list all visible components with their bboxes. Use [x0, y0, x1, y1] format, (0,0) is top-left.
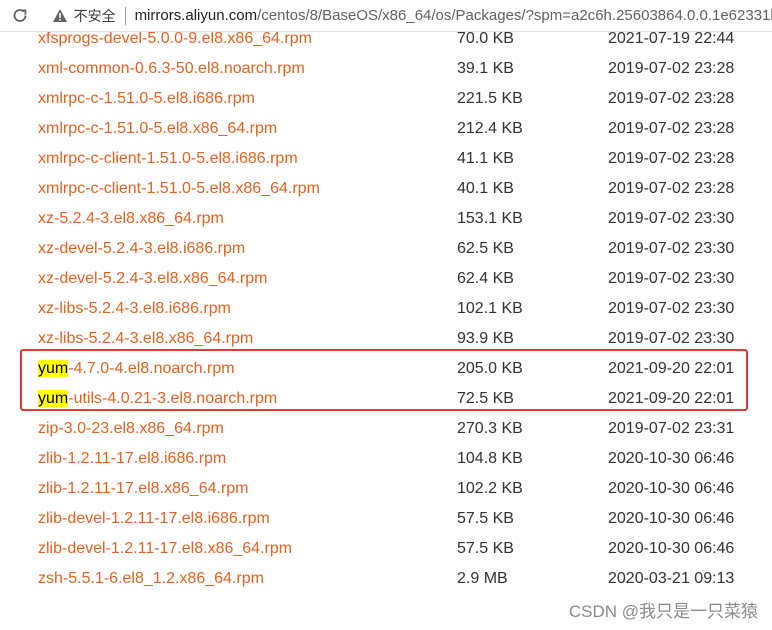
- file-row: xml-common-0.6.3-50.el8.noarch.rpm 39.1 K…: [0, 54, 772, 84]
- watermark: CSDN @我只是一只菜猿: [568, 602, 758, 621]
- file-date: 2021-09-20 22:01: [608, 390, 735, 407]
- file-size: 2.9 MB: [457, 570, 508, 587]
- file-size: 102.2 KB: [457, 480, 523, 497]
- file-link[interactable]: xz-libs-5.2.4-3.el8.x86_64.rpm: [38, 324, 253, 354]
- file-link[interactable]: xz-devel-5.2.4-3.el8.x86_64.rpm: [38, 264, 267, 294]
- file-date: 2019-07-02 23:30: [608, 270, 735, 287]
- reload-icon: [13, 8, 27, 22]
- file-date: 2020-10-30 06:46: [608, 510, 735, 527]
- url-path: /centos/8/BaseOS/x86_64/os/Packages/?spm…: [257, 7, 772, 24]
- file-link[interactable]: xmlrpc-c-client-1.51.0-5.el8.x86_64.rpm: [38, 174, 320, 204]
- file-size: 93.9 KB: [457, 330, 514, 347]
- file-row: xz-5.2.4-3.el8.x86_64.rpm 153.1 KB 2019-07…: [0, 204, 772, 234]
- address-separator: [124, 6, 126, 25]
- file-link[interactable]: xml-common-0.6.3-50.el8.noarch.rpm: [38, 54, 305, 84]
- file-date: 2019-07-02 23:30: [608, 240, 735, 257]
- file-row: zip-3.0-23.el8.x86_64.rpm 270.3 KB 2019-07…: [0, 414, 772, 444]
- file-link[interactable]: xmlrpc-c-1.51.0-5.el8.i686.rpm: [38, 84, 255, 114]
- file-row: xz-libs-5.2.4-3.el8.x86_64.rpm 93.9 KB 201…: [0, 324, 772, 354]
- file-link[interactable]: xmlrpc-c-client-1.51.0-5.el8.i686.rpm: [38, 144, 298, 174]
- file-date: 2020-03-21 09:13: [608, 570, 735, 587]
- file-row: xmlrpc-c-1.51.0-5.el8.i686.rpm 221.5 KB 20…: [0, 84, 772, 114]
- file-size: 104.8 KB: [457, 450, 523, 467]
- file-row: xmlrpc-c-1.51.0-5.el8.x86_64.rpm 212.4 KB…: [0, 114, 772, 144]
- file-size: 72.5 KB: [457, 390, 514, 407]
- file-row: zlib-1.2.11-17.el8.x86_64.rpm 102.2 KB 202…: [0, 474, 772, 504]
- url-field[interactable]: mirrors.aliyun.com/centos/8/BaseOS/x86_6…: [135, 7, 772, 24]
- file-date: 2020-10-30 06:46: [608, 480, 735, 497]
- file-link[interactable]: zsh-5.5.1-6.el8_1.2.x86_64.rpm: [38, 564, 264, 594]
- file-size: 270.3 KB: [457, 420, 523, 437]
- file-link[interactable]: xmlrpc-c-1.51.0-5.el8.x86_64.rpm: [38, 114, 277, 144]
- file-row: xz-devel-5.2.4-3.el8.i686.rpm 62.5 KB 2019…: [0, 234, 772, 264]
- file-date: 2020-10-30 06:46: [608, 540, 735, 557]
- file-row: xz-devel-5.2.4-3.el8.x86_64.rpm 62.4 KB 20…: [0, 264, 772, 294]
- file-size: 212.4 KB: [457, 120, 523, 137]
- file-link[interactable]: xz-libs-5.2.4-3.el8.i686.rpm: [38, 294, 231, 324]
- file-date: 2019-07-02 23:28: [608, 90, 735, 107]
- file-size: 221.5 KB: [457, 90, 523, 107]
- file-date: 2019-07-02 23:28: [608, 150, 735, 167]
- file-row: zlib-1.2.11-17.el8.i686.rpm 104.8 KB 2020-…: [0, 444, 772, 474]
- file-date: 2019-07-02 23:28: [608, 180, 735, 197]
- file-row: yum-4.7.0-4.el8.noarch.rpm 205.0 KB 2021-0…: [0, 354, 772, 384]
- file-size: 57.5 KB: [457, 540, 514, 557]
- file-size: 153.1 KB: [457, 210, 523, 227]
- file-date: 2019-07-02 23:28: [608, 60, 735, 77]
- file-link[interactable]: zlib-devel-1.2.11-17.el8.i686.rpm: [38, 504, 270, 534]
- reload-button[interactable]: [0, 0, 40, 32]
- file-date: 2019-07-02 23:31: [608, 420, 735, 437]
- security-indicator[interactable]: 不安全: [52, 6, 116, 26]
- file-link[interactable]: zip-3.0-23.el8.x86_64.rpm: [38, 414, 224, 444]
- file-link[interactable]: xz-5.2.4-3.el8.x86_64.rpm: [38, 204, 224, 234]
- file-size: 102.1 KB: [457, 300, 523, 317]
- address-bar: 不安全 mirrors.aliyun.com/centos/8/BaseOS/x…: [0, 0, 772, 32]
- file-link[interactable]: zlib-1.2.11-17.el8.x86_64.rpm: [38, 474, 249, 504]
- file-link[interactable]: yum-utils-4.0.21-3.el8.noarch.rpm: [38, 384, 277, 414]
- file-size: 40.1 KB: [457, 180, 514, 197]
- url-host: mirrors.aliyun.com: [134, 7, 258, 24]
- file-link[interactable]: xz-devel-5.2.4-3.el8.i686.rpm: [38, 234, 245, 264]
- file-link[interactable]: zlib-1.2.11-17.el8.i686.rpm: [38, 444, 226, 474]
- file-size: 39.1 KB: [457, 60, 514, 77]
- file-size: 205.0 KB: [457, 360, 523, 377]
- file-date: 2019-07-02 23:30: [608, 210, 735, 227]
- file-date: 2019-07-02 23:30: [608, 330, 735, 347]
- insecure-label: 不安全: [73, 7, 116, 24]
- search-highlight: yum: [38, 390, 69, 407]
- file-row: zlib-devel-1.2.11-17.el8.i686.rpm 57.5 KB…: [0, 504, 772, 534]
- file-date: 2020-10-30 06:46: [608, 450, 735, 467]
- file-listing: xfsprogs-devel-5.0.0-9.el8.x86_64.rpm 70.…: [0, 24, 772, 594]
- warning-icon: [52, 9, 67, 22]
- search-highlight: yum: [38, 360, 69, 377]
- file-row: xz-libs-5.2.4-3.el8.i686.rpm 102.1 KB 2019…: [0, 294, 772, 324]
- file-row: zlib-devel-1.2.11-17.el8.x86_64.rpm 57.5 …: [0, 534, 772, 564]
- file-date: 2019-07-02 23:28: [608, 120, 735, 137]
- file-row: yum-utils-4.0.21-3.el8.noarch.rpm 72.5 KB…: [0, 384, 772, 414]
- file-name-rest: -utils-4.0.21-3.el8.noarch.rpm: [68, 390, 278, 407]
- file-row: xmlrpc-c-client-1.51.0-5.el8.i686.rpm 41.…: [0, 144, 772, 174]
- file-size: 41.1 KB: [457, 150, 514, 167]
- file-date: 2021-09-20 22:01: [608, 360, 735, 377]
- file-row: zsh-5.5.1-6.el8_1.2.x86_64.rpm 2.9 MB 2020…: [0, 564, 772, 594]
- file-size: 57.5 KB: [457, 510, 514, 527]
- file-row: xmlrpc-c-client-1.51.0-5.el8.x86_64.rpm 4…: [0, 174, 772, 204]
- file-name-rest: -4.7.0-4.el8.noarch.rpm: [68, 360, 235, 377]
- file-date: 2019-07-02 23:30: [608, 300, 735, 317]
- file-link[interactable]: yum-4.7.0-4.el8.noarch.rpm: [38, 354, 235, 384]
- file-link[interactable]: zlib-devel-1.2.11-17.el8.x86_64.rpm: [38, 534, 292, 564]
- file-size: 62.5 KB: [457, 240, 514, 257]
- file-size: 62.4 KB: [457, 270, 514, 287]
